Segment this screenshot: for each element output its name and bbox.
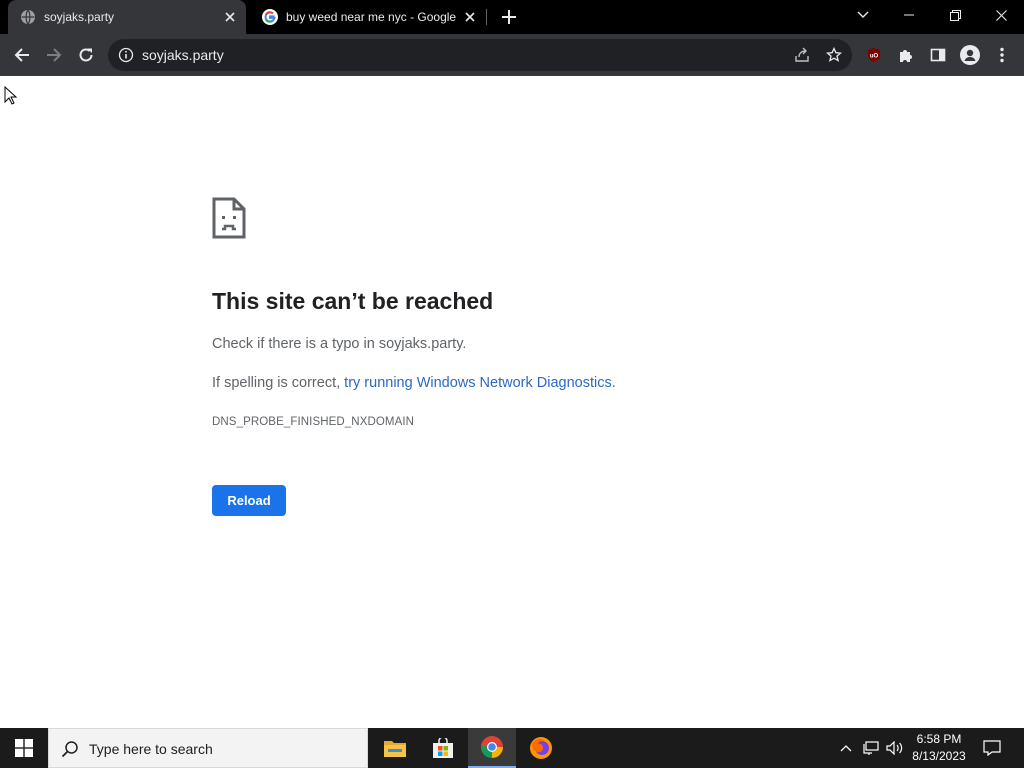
mouse-cursor-icon [4, 85, 18, 111]
error-diagnostics-hint: If spelling is correct, try running Wind… [212, 375, 616, 391]
network-icon[interactable] [860, 728, 882, 768]
info-icon[interactable] [118, 47, 134, 63]
google-icon [262, 9, 278, 25]
chrome-icon[interactable] [468, 728, 516, 768]
taskbar-clock[interactable]: 6:58 PM 8/13/2023 [906, 731, 972, 765]
firefox-icon[interactable] [517, 728, 565, 768]
tab-close-icon[interactable] [460, 7, 480, 27]
diagnostics-prefix: If spelling is correct, [212, 375, 345, 391]
globe-icon [20, 9, 36, 25]
search-placeholder: Type here to search [89, 741, 213, 757]
forward-button[interactable] [40, 41, 68, 69]
address-url: soyjaks.party [142, 47, 224, 63]
file-explorer-icon[interactable] [371, 728, 419, 768]
start-button[interactable] [0, 728, 48, 768]
search-icon [61, 740, 79, 763]
address-bar[interactable]: soyjaks.party [108, 39, 852, 71]
back-button[interactable] [8, 41, 36, 69]
restore-icon[interactable] [932, 0, 978, 30]
tab-title: buy weed near me nyc - Google [286, 10, 457, 24]
minimize-icon[interactable] [886, 0, 932, 30]
extensions-puzzle-icon[interactable] [892, 41, 920, 69]
reload-button[interactable]: Reload [212, 485, 286, 516]
volume-icon[interactable] [884, 728, 906, 768]
show-hidden-icons-chevron-icon[interactable] [836, 728, 856, 768]
page-content: This site can’t be reached Check if ther… [0, 77, 1024, 728]
clock-time: 6:58 PM [916, 732, 962, 746]
reload-icon[interactable] [72, 41, 100, 69]
profile-avatar-icon[interactable] [956, 41, 984, 69]
close-window-icon[interactable] [978, 0, 1024, 30]
chrome-menu-icon[interactable] [988, 41, 1016, 69]
tab-close-icon[interactable] [220, 7, 240, 27]
svg-text:uO: uO [870, 54, 879, 60]
error-typo-hint: Check if there is a typo in soyjaks.part… [212, 336, 467, 352]
sad-page-icon [211, 196, 247, 245]
network-diagnostics-link[interactable]: try running Windows Network Diagnostics. [344, 375, 616, 391]
clock-date: 8/13/2023 [912, 749, 966, 763]
tab-strip: soyjaks.party buy weed near me nyc - Goo… [0, 0, 1024, 34]
error-code: DNS_PROBE_FINISHED_NXDOMAIN [212, 416, 415, 428]
windows-logo-icon [15, 739, 33, 757]
microsoft-store-icon[interactable] [419, 728, 467, 768]
side-panel-icon[interactable] [924, 41, 952, 69]
taskbar-search-box[interactable]: Type here to search [48, 728, 368, 768]
windows-taskbar: Type here to search 6:58 PM 8/13/2023 [0, 728, 1024, 768]
bookmark-star-icon[interactable] [822, 43, 846, 67]
error-title: This site can’t be reached [212, 288, 494, 314]
new-tab-button[interactable] [498, 6, 520, 28]
tab-inactive[interactable]: buy weed near me nyc - Google [250, 0, 486, 34]
tab-active[interactable]: soyjaks.party [8, 0, 246, 34]
share-icon[interactable] [790, 43, 814, 67]
tab-divider [486, 9, 487, 25]
tab-search-chevron-icon[interactable] [840, 0, 886, 30]
tab-title: soyjaks.party [44, 10, 115, 24]
notifications-icon[interactable] [978, 728, 1006, 768]
browser-toolbar: soyjaks.party uO [0, 34, 1024, 76]
ublock-origin-icon[interactable]: uO [860, 41, 888, 69]
